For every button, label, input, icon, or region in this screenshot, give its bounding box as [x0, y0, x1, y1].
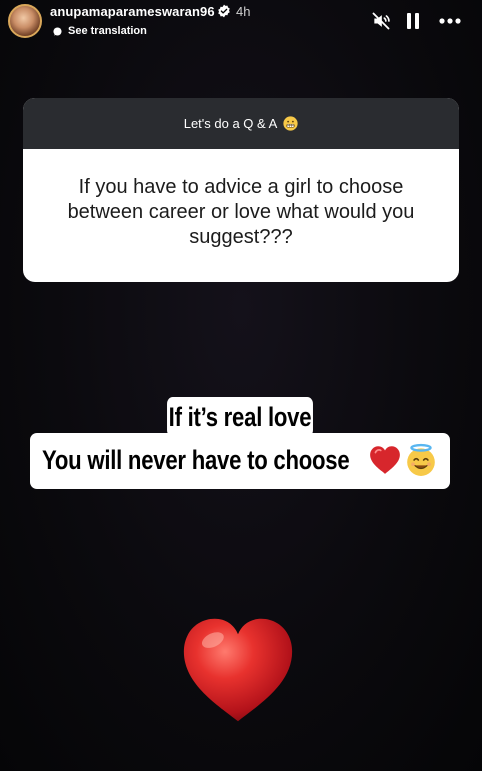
- more-dots-icon: [439, 18, 461, 24]
- grimacing-face-icon: [283, 116, 298, 131]
- pause-button[interactable]: [400, 8, 426, 34]
- more-options-button[interactable]: [437, 8, 463, 34]
- mute-button[interactable]: [368, 8, 394, 34]
- post-time: 4h: [236, 4, 251, 19]
- red-heart-icon: [370, 446, 400, 474]
- username[interactable]: anupamaparameswaran96: [50, 4, 215, 19]
- qa-question: If you have to advice a girl to choose b…: [67, 176, 415, 248]
- story-header: anupamaparameswaran96 4h See translation: [0, 0, 482, 48]
- profile-avatar[interactable]: [8, 4, 42, 38]
- speaker-muted-icon: [372, 12, 390, 30]
- verified-badge-icon: [218, 4, 230, 18]
- smiling-face-with-halo-icon: [407, 443, 435, 476]
- see-translation-link[interactable]: See translation: [53, 25, 147, 37]
- qa-sticker[interactable]: Let's do a Q & A If you have to advice a…: [23, 98, 459, 282]
- see-translation-label: See translation: [68, 25, 147, 37]
- story-viewer[interactable]: anupamaparameswaran96 4h See translation: [0, 0, 482, 771]
- heart-sticker-icon: [183, 618, 293, 722]
- answer-line-2-box: You will never have to choose: [30, 433, 450, 489]
- qa-sticker-header: Let's do a Q & A: [23, 98, 459, 149]
- answer-emojis: [368, 443, 438, 477]
- answer-line-2: You will never have to choose: [42, 445, 350, 475]
- qa-prompt: Let's do a Q & A: [183, 116, 278, 131]
- translate-bubble-icon: [53, 26, 62, 36]
- pause-icon: [407, 13, 419, 29]
- answer-line-1: If it’s real love: [167, 397, 313, 437]
